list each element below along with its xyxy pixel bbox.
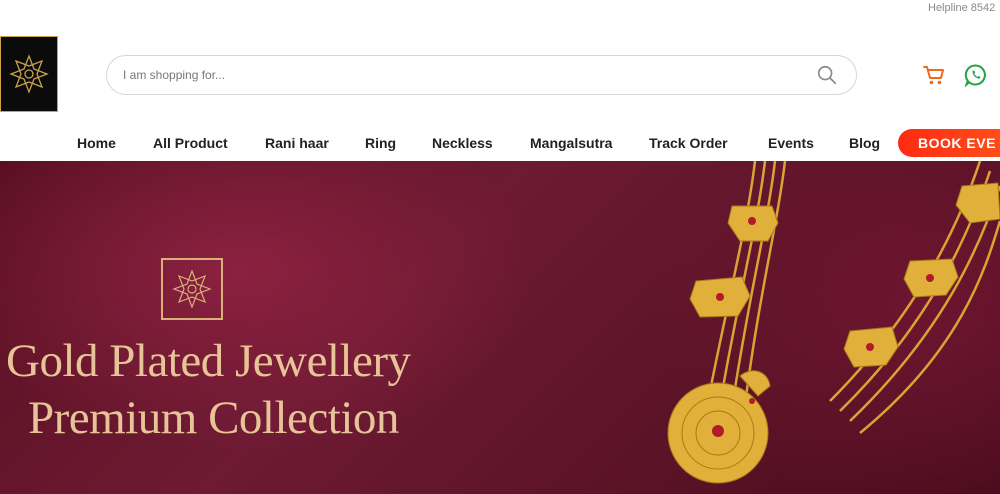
nav-item-rani-haar[interactable]: Rani haar: [265, 135, 329, 151]
nav-item-home[interactable]: Home: [77, 135, 116, 151]
star-flower-emblem-icon: [172, 269, 212, 309]
cart-icon[interactable]: [922, 64, 946, 86]
top-bar: Helpline 8542: [0, 0, 1000, 18]
hero-banner[interactable]: Gold Plated Jewellery Premium Collection: [0, 161, 1000, 494]
search-icon[interactable]: [816, 64, 838, 86]
nav-item-blog[interactable]: Blog: [849, 135, 880, 151]
hero-title-line2: Premium Collection: [28, 392, 399, 444]
hero-emblem: [161, 258, 223, 320]
nav-item-track-order[interactable]: Track Order: [649, 135, 728, 151]
nav-item-all-product[interactable]: All Product: [153, 135, 228, 151]
helpline-text: Helpline 8542: [928, 2, 996, 14]
whatsapp-icon[interactable]: [964, 63, 988, 87]
nav-item-neckless[interactable]: Neckless: [432, 135, 493, 151]
book-event-button[interactable]: BOOK EVE: [898, 129, 1000, 157]
site-logo[interactable]: [0, 36, 58, 112]
search-bar: [106, 55, 857, 95]
nav-item-mangalsutra[interactable]: Mangalsutra: [530, 135, 612, 151]
main-nav: Home All Product Rani haar Ring Neckless…: [0, 124, 1000, 161]
gold-necklace-image: [667, 161, 1000, 484]
nav-item-ring[interactable]: Ring: [365, 135, 396, 151]
search-input[interactable]: [123, 56, 803, 94]
hero-title-line1: Gold Plated Jewellery: [6, 335, 411, 387]
star-flower-logo-icon: [9, 54, 49, 94]
nav-item-events[interactable]: Events: [768, 135, 814, 151]
